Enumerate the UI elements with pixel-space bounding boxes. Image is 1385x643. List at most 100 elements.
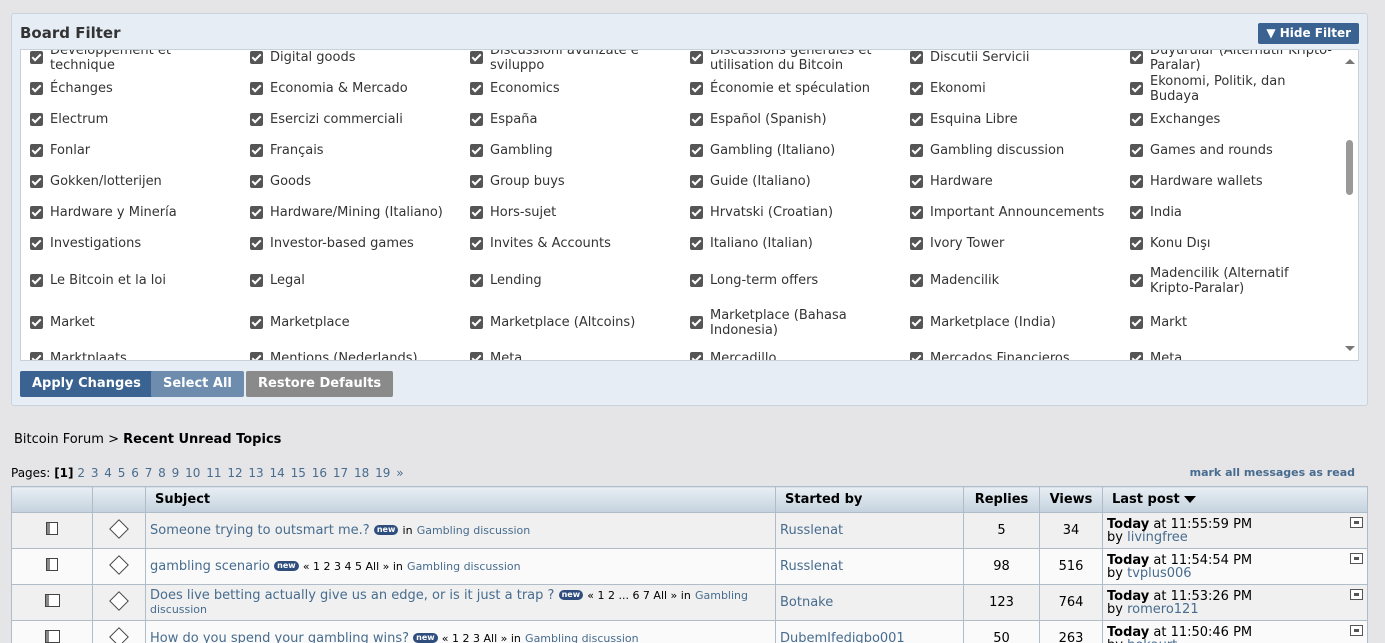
restore-defaults-button[interactable]: Restore Defaults	[246, 371, 394, 397]
board-checkbox[interactable]	[910, 51, 923, 64]
scroll-thumb[interactable]	[1346, 140, 1353, 195]
board-checkbox[interactable]	[910, 237, 923, 250]
board-filter-item[interactable]: Hardware/Mining (Italiano)	[241, 197, 456, 228]
board-filter-item[interactable]: Guide (Italiano)	[681, 166, 896, 197]
board-checkbox[interactable]	[250, 274, 263, 287]
board-checkbox[interactable]	[690, 237, 703, 250]
new-badge[interactable]: new	[274, 561, 299, 571]
board-filter-item[interactable]: Italiano (Italian)	[681, 228, 896, 259]
page-link[interactable]: 2	[77, 466, 85, 480]
last-post-jump-icon[interactable]	[1350, 553, 1363, 564]
page-link[interactable]: 8	[158, 466, 166, 480]
page-link[interactable]: 3	[91, 466, 99, 480]
board-checkbox[interactable]	[910, 113, 923, 126]
board-checkbox[interactable]	[690, 316, 703, 329]
page-link[interactable]: 7	[145, 466, 153, 480]
board-filter-item[interactable]: Madencilik (Alternatif Kripto-Paralar)	[1121, 259, 1336, 302]
board-filter-item[interactable]: Group buys	[461, 166, 676, 197]
page-link[interactable]: 18	[354, 466, 369, 480]
board-filter-item[interactable]: Marketplace	[241, 302, 456, 343]
mark-all-read-link[interactable]: mark all messages as read	[1190, 466, 1355, 479]
board-checkbox[interactable]	[1130, 352, 1143, 360]
last-post-jump-icon[interactable]	[1350, 589, 1363, 600]
board-checkbox[interactable]	[470, 51, 483, 64]
board-checkbox[interactable]	[690, 82, 703, 95]
board-filter-item[interactable]: Long-term offers	[681, 259, 896, 302]
header-replies[interactable]: Replies	[963, 486, 1040, 513]
board-filter-item[interactable]: Meta	[1121, 343, 1336, 360]
board-checkbox[interactable]	[1130, 316, 1143, 329]
board-checkbox[interactable]	[470, 82, 483, 95]
last-post-user-link[interactable]: bokaurt	[1127, 638, 1177, 643]
board-checkbox[interactable]	[1130, 206, 1143, 219]
board-filter-item[interactable]: Discussions générales et utilisation du …	[681, 50, 896, 73]
board-checkbox[interactable]	[1130, 175, 1143, 188]
board-filter-item[interactable]: Meta	[461, 343, 676, 360]
board-checkbox[interactable]	[470, 113, 483, 126]
board-filter-item[interactable]: Invites & Accounts	[461, 228, 676, 259]
board-filter-item[interactable]: Marketplace (Altcoins)	[461, 302, 676, 343]
board-filter-item[interactable]: Fonlar	[21, 135, 236, 166]
board-filter-item[interactable]: Hardware y Minería	[21, 197, 236, 228]
board-checkbox[interactable]	[1130, 82, 1143, 95]
topic-board-link[interactable]: Gambling discussion	[525, 632, 639, 643]
board-filter-item[interactable]: Marketplace (Bahasa Indonesia)	[681, 302, 896, 343]
topic-pages[interactable]: « 1 2 3 All » in	[442, 632, 521, 643]
board-checkbox[interactable]	[250, 113, 263, 126]
board-checkbox[interactable]	[1130, 274, 1143, 287]
board-filter-item[interactable]: Investigations	[21, 228, 236, 259]
board-checkbox[interactable]	[910, 274, 923, 287]
board-filter-item[interactable]: Digital goods	[241, 50, 456, 73]
scroll-down-arrow-icon[interactable]	[1345, 346, 1355, 351]
page-link[interactable]: 5	[118, 466, 126, 480]
header-views[interactable]: Views	[1039, 486, 1103, 513]
board-filter-item[interactable]: Économie et spéculation	[681, 73, 896, 104]
board-checkbox[interactable]	[250, 206, 263, 219]
page-link[interactable]: 6	[131, 466, 139, 480]
board-checkbox-list[interactable]: Développement et technique Digital goods D…	[20, 49, 1359, 361]
board-filter-item[interactable]: Le Bitcoin et la loi	[21, 259, 236, 302]
hide-filter-button[interactable]: ▼ Hide Filter	[1258, 23, 1359, 44]
board-filter-item[interactable]: Español (Spanish)	[681, 104, 896, 135]
board-checkbox[interactable]	[690, 352, 703, 360]
started-by-cell[interactable]: DubemIfedigbo001	[775, 620, 964, 643]
board-filter-item[interactable]: Gokken/lotterijen	[21, 166, 236, 197]
board-checkbox[interactable]	[470, 206, 483, 219]
page-link[interactable]: 14	[270, 466, 285, 480]
board-filter-item[interactable]: Goods	[241, 166, 456, 197]
board-checkbox[interactable]	[470, 144, 483, 157]
select-all-button[interactable]: Select All	[151, 371, 244, 397]
board-checkbox[interactable]	[910, 352, 923, 360]
topic-board-link[interactable]: Gambling discussion	[407, 560, 521, 573]
page-link[interactable]: 15	[291, 466, 306, 480]
board-checkbox[interactable]	[470, 175, 483, 188]
apply-changes-button[interactable]: Apply Changes	[20, 371, 153, 397]
board-filter-item[interactable]: Gambling (Italiano)	[681, 135, 896, 166]
board-checkbox[interactable]	[1130, 237, 1143, 250]
topic-title-link[interactable]: How do you spend your gambling wins?	[150, 631, 409, 643]
topic-board-link[interactable]: Gambling discussion	[417, 524, 531, 537]
board-checkbox[interactable]	[250, 316, 263, 329]
started-by-cell[interactable]: Russlenat	[775, 512, 964, 549]
last-post-user-link[interactable]: livingfree	[1127, 530, 1188, 545]
board-checkbox[interactable]	[30, 206, 43, 219]
board-checkbox[interactable]	[30, 316, 43, 329]
board-checkbox[interactable]	[910, 82, 923, 95]
last-post-jump-icon[interactable]	[1350, 517, 1363, 528]
board-checkbox[interactable]	[30, 237, 43, 250]
board-checkbox[interactable]	[30, 113, 43, 126]
board-filter-item[interactable]: Mercados Financieros	[901, 343, 1116, 360]
page-link[interactable]: 16	[312, 466, 327, 480]
board-checkbox[interactable]	[470, 352, 483, 360]
board-checkbox[interactable]	[690, 274, 703, 287]
board-filter-item[interactable]: Discussioni avanzate e sviluppo	[461, 50, 676, 73]
board-filter-item[interactable]: Marktplaats	[21, 343, 236, 360]
board-checkbox[interactable]	[690, 175, 703, 188]
board-filter-item[interactable]: Duyurular (Alternatif Kripto-Paralar)	[1121, 50, 1336, 73]
board-filter-item[interactable]: Hrvatski (Croatian)	[681, 197, 896, 228]
page-link[interactable]: 10	[185, 466, 200, 480]
last-post-jump-icon[interactable]	[1350, 625, 1363, 636]
board-filter-item[interactable]: Exchanges	[1121, 104, 1336, 135]
page-link[interactable]: 13	[248, 466, 263, 480]
board-filter-item[interactable]: Economia & Mercado	[241, 73, 456, 104]
